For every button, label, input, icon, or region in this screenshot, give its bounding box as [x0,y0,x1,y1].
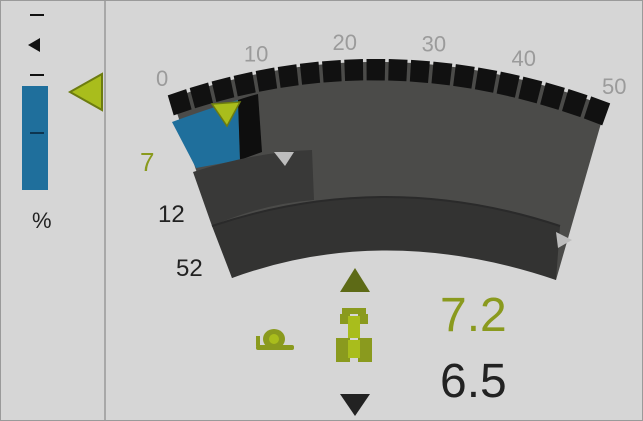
gauge-scale-segment [344,59,364,82]
gauge-target-edge [238,94,262,160]
gauge-scale-segment [299,61,321,85]
gauge-scale-label: 40 [512,46,536,71]
current-value-label: 12 [158,201,185,228]
triangle-down-icon[interactable] [338,392,372,418]
gauge-scale-label: 0 [156,66,168,91]
gauge-scale-segment [431,61,453,86]
target-readout: 7.2 [440,289,507,342]
gauge-scale-label: 10 [244,41,268,66]
secondary-value-label: 52 [176,255,203,282]
gauge-scale-label: 20 [332,30,356,55]
gauge-scale-segment [453,64,475,89]
target-value-label: 7 [140,147,154,177]
gauge-scale-segment [366,58,386,81]
gauge-scale-label: 30 [422,31,446,56]
snail-icon [256,329,294,350]
gauge-scale-segment [255,67,278,92]
gauge-scale-segment [409,59,430,83]
gauge-scale-segment [277,64,299,88]
implement-depth-screen: % 0 10 20 30 40 50 7 12 52 7.2 6.5 [0,0,643,421]
triangle-up-icon[interactable] [338,266,372,294]
gauge-scale-segment [322,59,342,83]
depth-gauge: 0 10 20 30 40 50 7 12 52 [140,30,626,282]
gauge-scale-segment [388,59,408,82]
tractor-icon [336,308,372,362]
gauge-scale-label: 50 [602,74,626,99]
actual-readout: 6.5 [440,355,507,408]
